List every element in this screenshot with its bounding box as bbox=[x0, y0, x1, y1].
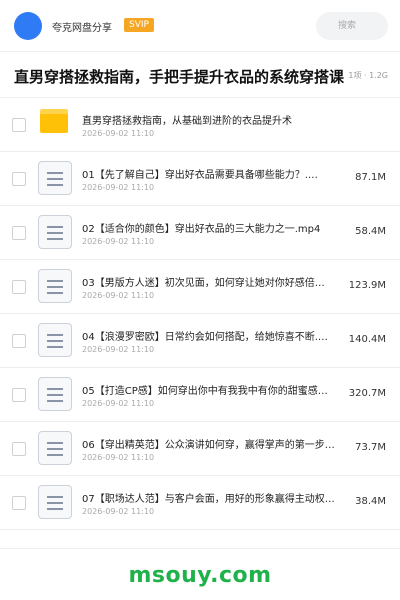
file-row[interactable]: 05【打造CP感】如何穿出你中有我我中有你的甜蜜感… 2026-09-02 11:… bbox=[0, 368, 400, 422]
avatar[interactable] bbox=[14, 12, 42, 40]
title-bar: 直男穿搭拯救指南，手把手提升衣品的系统穿搭课 1项 · 1.2G bbox=[0, 52, 400, 98]
video-file-icon bbox=[38, 377, 72, 411]
row-checkbox[interactable] bbox=[12, 172, 26, 186]
video-file-icon bbox=[38, 431, 72, 465]
file-date: 2026-09-02 11:10 bbox=[82, 453, 155, 462]
share-name: 夸克网盘分享 bbox=[52, 23, 112, 34]
file-size: 87.1M bbox=[355, 172, 386, 183]
row-checkbox[interactable] bbox=[12, 496, 26, 510]
folder-icon bbox=[40, 109, 68, 133]
row-checkbox[interactable] bbox=[12, 226, 26, 240]
file-size: 123.9M bbox=[348, 280, 386, 291]
file-date: 2026-09-02 11:10 bbox=[82, 291, 155, 300]
file-row[interactable]: 04【浪漫罗密欧】日常约会如何搭配，给她惊喜不断.… 2026-09-02 11:… bbox=[0, 314, 400, 368]
file-date: 2026-09-02 11:10 bbox=[82, 129, 155, 138]
file-list: 直男穿搭拯救指南，从基础到进阶的衣品提升术 2026-09-02 11:10 01【… bbox=[0, 98, 400, 530]
file-name[interactable]: 01【先了解自己】穿出好衣品需要具备哪些能力？.… bbox=[82, 166, 342, 181]
row-checkbox[interactable] bbox=[12, 334, 26, 348]
file-date: 2026-09-02 11:10 bbox=[82, 399, 155, 408]
video-file-icon bbox=[38, 269, 72, 303]
file-row[interactable]: 直男穿搭拯救指南，从基础到进阶的衣品提升术 2026-09-02 11:10 bbox=[0, 98, 400, 152]
file-date: 2026-09-02 11:10 bbox=[82, 237, 155, 246]
svip-badge: SVIP bbox=[124, 18, 154, 32]
file-row[interactable]: 02【适合你的颜色】穿出好衣品的三大能力之一.mp4 2026-09-02 11:… bbox=[0, 206, 400, 260]
footer: msouy.com bbox=[0, 548, 400, 600]
file-row[interactable]: 01【先了解自己】穿出好衣品需要具备哪些能力？.… 2026-09-02 11:1… bbox=[0, 152, 400, 206]
file-name[interactable]: 07【职场达人范】与客户会面，用好的形象赢得主动权… bbox=[82, 490, 342, 505]
file-name[interactable]: 04【浪漫罗密欧】日常约会如何搭配，给她惊喜不断.… bbox=[82, 328, 342, 343]
file-name[interactable]: 直男穿搭拯救指南，从基础到进阶的衣品提升术 bbox=[82, 112, 342, 127]
file-size: 73.7M bbox=[355, 442, 386, 453]
header: 夸克网盘分享 SVIP 搜索 bbox=[0, 0, 400, 52]
file-date: 2026-09-02 11:10 bbox=[82, 183, 155, 192]
file-size: 58.4M bbox=[355, 226, 386, 237]
file-name[interactable]: 03【男版方人迷】初次见面，如何穿让她对你好感倍… bbox=[82, 274, 342, 289]
video-file-icon bbox=[38, 215, 72, 249]
file-name[interactable]: 05【打造CP感】如何穿出你中有我我中有你的甜蜜感… bbox=[82, 382, 342, 397]
search-input[interactable]: 搜索 bbox=[316, 12, 388, 40]
row-checkbox[interactable] bbox=[12, 388, 26, 402]
file-row[interactable]: 06【穿出精英范】公众演讲如何穿，赢得掌声的第一步… 2026-09-02 11:… bbox=[0, 422, 400, 476]
watermark: msouy.com bbox=[128, 563, 272, 588]
row-checkbox[interactable] bbox=[12, 280, 26, 294]
file-name[interactable]: 06【穿出精英范】公众演讲如何穿，赢得掌声的第一步… bbox=[82, 436, 342, 451]
row-checkbox[interactable] bbox=[12, 118, 26, 132]
file-size: 320.7M bbox=[348, 388, 386, 399]
video-file-icon bbox=[38, 485, 72, 519]
page-title: 直男穿搭拯救指南，手把手提升衣品的系统穿搭课 bbox=[14, 68, 345, 86]
video-file-icon bbox=[38, 323, 72, 357]
file-date: 2026-09-02 11:10 bbox=[82, 345, 155, 354]
file-name[interactable]: 02【适合你的颜色】穿出好衣品的三大能力之一.mp4 bbox=[82, 220, 342, 235]
file-size: 38.4M bbox=[355, 496, 386, 507]
file-row[interactable]: 03【男版方人迷】初次见面，如何穿让她对你好感倍… 2026-09-02 11:1… bbox=[0, 260, 400, 314]
file-row[interactable]: 07【职场达人范】与客户会面，用好的形象赢得主动权… 2026-09-02 11:… bbox=[0, 476, 400, 530]
file-size: 140.4M bbox=[348, 334, 386, 345]
file-count-size: 1项 · 1.2G bbox=[346, 70, 388, 81]
row-checkbox[interactable] bbox=[12, 442, 26, 456]
file-date: 2026-09-02 11:10 bbox=[82, 507, 155, 516]
video-file-icon bbox=[38, 161, 72, 195]
